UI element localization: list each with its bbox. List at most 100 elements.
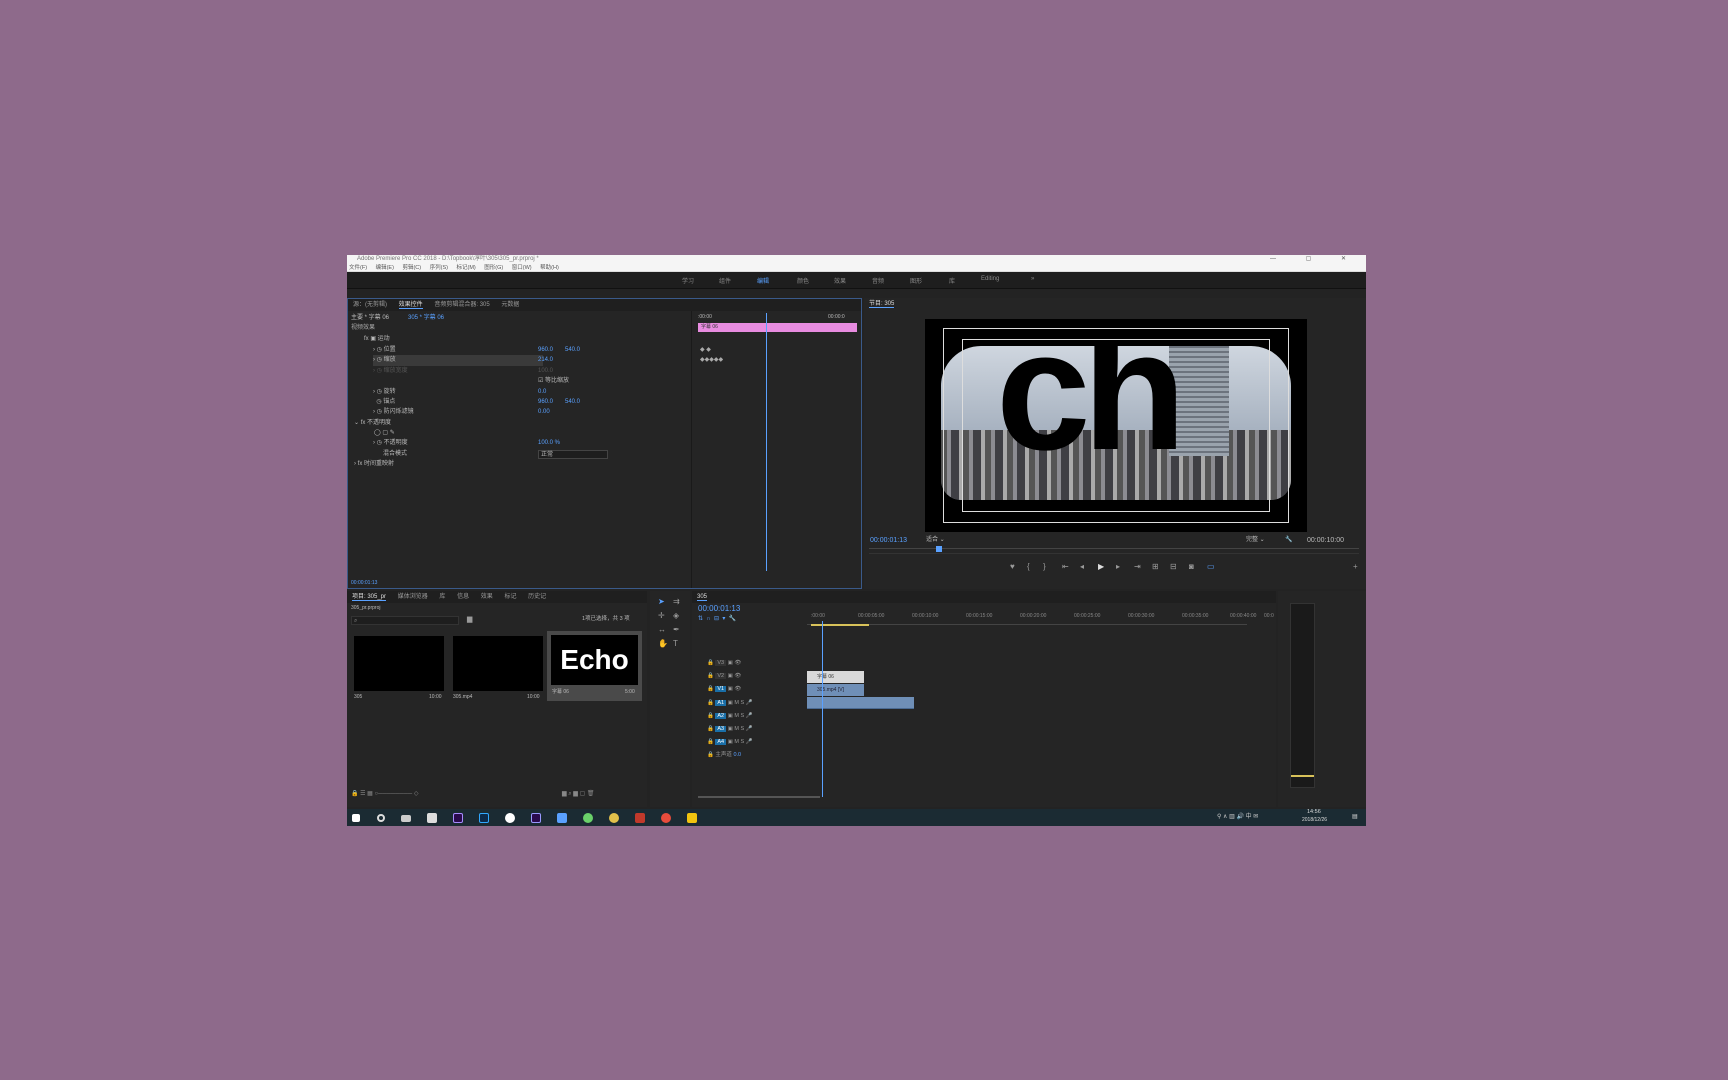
- menu-help[interactable]: 帮助(H): [540, 265, 559, 271]
- new-bin-icon[interactable]: ▆: [467, 615, 472, 623]
- after-effects-icon[interactable]: [531, 813, 541, 823]
- workspace-effects[interactable]: 效果: [834, 276, 846, 285]
- hand-tool-icon[interactable]: ✋: [658, 639, 668, 648]
- audio-clip[interactable]: [807, 697, 914, 709]
- app-icon[interactable]: [635, 813, 645, 823]
- tab-metadata[interactable]: 元数据: [501, 302, 519, 308]
- mark-out-icon[interactable]: }: [1043, 562, 1046, 571]
- step-forward-icon[interactable]: ▸: [1116, 562, 1120, 571]
- workspace-editing[interactable]: 编辑: [757, 276, 769, 285]
- search-icon[interactable]: [377, 814, 385, 822]
- step-back-icon[interactable]: ◂: [1080, 562, 1084, 571]
- extract-icon[interactable]: ⊟: [1170, 562, 1177, 571]
- workspace-libraries[interactable]: 库: [949, 276, 955, 285]
- work-area-bar[interactable]: [811, 624, 869, 626]
- prop-scale[interactable]: › ◷ 缩放: [373, 355, 543, 366]
- photoshop-icon[interactable]: [479, 813, 489, 823]
- menu-markers[interactable]: 标记(M): [456, 265, 475, 271]
- export-frame-icon[interactable]: ◙: [1189, 562, 1194, 571]
- program-scrub-bar[interactable]: [869, 548, 1359, 554]
- ec-playhead[interactable]: [766, 313, 767, 571]
- workspace-overflow-icon[interactable]: »: [1031, 276, 1034, 282]
- project-item-thumb[interactable]: [354, 636, 444, 691]
- menu-file[interactable]: 文件(F): [349, 265, 367, 271]
- music-icon[interactable]: [661, 813, 671, 823]
- mark-in-icon[interactable]: {: [1027, 562, 1030, 571]
- fx-time-remap[interactable]: › fx 时间重映射: [354, 459, 394, 470]
- track-select-tool-icon[interactable]: ⇉: [673, 597, 680, 606]
- comparison-view-icon[interactable]: ▭: [1207, 562, 1215, 571]
- title-clip[interactable]: 字幕 06: [807, 671, 864, 683]
- uniform-scale-checkbox[interactable]: ☑ 等比缩放: [538, 376, 569, 387]
- tab-markers[interactable]: 标记: [504, 594, 516, 600]
- app-icon[interactable]: [557, 813, 567, 823]
- ripple-edit-tool-icon[interactable]: ✛: [658, 611, 665, 620]
- track-header-v1[interactable]: 🔒 V1 ▣ 👁: [707, 683, 741, 695]
- ec-clip-bar[interactable]: 字幕 06: [698, 323, 857, 332]
- fit-select[interactable]: 适合 ⌄: [926, 535, 945, 546]
- add-marker-icon[interactable]: ♥: [1010, 562, 1015, 571]
- track-header-a4[interactable]: 🔒 A4 ▣ M S 🎤: [707, 736, 753, 748]
- selection-tool-icon[interactable]: ➤: [658, 597, 665, 606]
- menu-sequence[interactable]: 序列(S): [430, 265, 448, 271]
- system-tray[interactable]: ⚲ ∧ ▥ 🔊 中 ✉: [1217, 812, 1258, 823]
- workspace-audio[interactable]: 音频: [872, 276, 884, 285]
- sequence-path[interactable]: 305 * 字幕 06: [408, 313, 444, 324]
- project-footer-actions[interactable]: ▆ ⌕ ▆ ▢ 🗑: [562, 789, 595, 800]
- workspace-color[interactable]: 颜色: [797, 276, 809, 285]
- timeline-tools[interactable]: ⇅ ∩ ⊟ ▾ 🔧: [698, 614, 736, 625]
- timeline-playhead[interactable]: [822, 621, 823, 797]
- program-video-frame[interactable]: ch: [925, 319, 1307, 532]
- project-search-input[interactable]: ⌕: [351, 616, 459, 625]
- tab-audio-mixer[interactable]: 音频剪辑混合器: 305: [434, 302, 489, 308]
- program-timecode[interactable]: 00:00:01:13: [870, 535, 907, 546]
- slip-tool-icon[interactable]: ↔: [658, 625, 666, 634]
- play-icon[interactable]: ▶: [1098, 562, 1104, 571]
- go-to-out-icon[interactable]: ⇥: [1134, 562, 1141, 571]
- tab-sequence[interactable]: 305: [697, 594, 708, 601]
- project-footer-tools[interactable]: 🔒 ☰ ▦ ○──────── ◇: [351, 789, 418, 800]
- prop-opacity[interactable]: › ◷ 不透明度: [373, 438, 408, 449]
- tab-libraries[interactable]: 库: [439, 594, 445, 600]
- track-header-v3[interactable]: 🔒 V3 ▣ 👁: [707, 657, 741, 669]
- menu-window[interactable]: 窗口(W): [512, 265, 532, 271]
- scale-keyframes[interactable]: ◆◆◆◆◆: [700, 355, 723, 366]
- project-item-thumb[interactable]: [453, 636, 543, 691]
- tab-info[interactable]: 信息: [457, 594, 469, 600]
- pen-tool-icon[interactable]: ✒: [673, 625, 680, 634]
- tab-effect-controls[interactable]: 效果控件: [398, 302, 423, 309]
- anchor-y[interactable]: 540.0: [565, 397, 580, 408]
- start-icon[interactable]: [352, 814, 360, 822]
- clock-date[interactable]: 2018/12/26: [1302, 815, 1327, 826]
- lift-icon[interactable]: ⊞: [1152, 562, 1159, 571]
- project-item-selected[interactable]: Echo 字幕 06 5:00: [547, 631, 642, 701]
- razor-tool-icon[interactable]: ◈: [673, 611, 679, 620]
- tab-project[interactable]: 项目: 305_pr: [352, 594, 387, 601]
- go-to-in-icon[interactable]: ⇤: [1062, 562, 1069, 571]
- workspace-learn[interactable]: 学习: [682, 276, 694, 285]
- file-explorer-icon[interactable]: [687, 813, 697, 823]
- notification-icon[interactable]: ▤: [1352, 812, 1358, 823]
- fx-motion[interactable]: fx ▣ 运动: [364, 334, 390, 345]
- menu-edit[interactable]: 编辑(E): [376, 265, 394, 271]
- workspace-assembly[interactable]: 组件: [719, 276, 731, 285]
- menu-graphics[interactable]: 图形(G): [484, 265, 503, 271]
- workspace-graphics[interactable]: 图形: [910, 276, 922, 285]
- scale-value[interactable]: 214.0: [538, 355, 553, 366]
- menu-clip[interactable]: 剪辑(C): [402, 265, 421, 271]
- browser-icon[interactable]: [609, 813, 619, 823]
- timeline-zoom-scrollbar[interactable]: [698, 796, 820, 798]
- wrench-icon[interactable]: 🔧: [1285, 535, 1292, 546]
- tab-source[interactable]: 源：(无剪辑): [353, 302, 387, 308]
- workspace-editing-custom[interactable]: Editing: [981, 276, 999, 282]
- prop-anti-flicker[interactable]: › ◷ 防闪烁滤镜: [373, 407, 414, 418]
- task-view-icon[interactable]: [401, 815, 411, 822]
- track-header-v2[interactable]: 🔒 V2 ▣ 👁: [707, 670, 741, 682]
- track-header-a2[interactable]: 🔒 A2 ▣ M S 🎤: [707, 710, 753, 722]
- timeline-timecode[interactable]: 00:00:01:13: [698, 603, 740, 614]
- position-y[interactable]: 540.0: [565, 345, 580, 356]
- anti-flicker-value[interactable]: 0.00: [538, 407, 550, 418]
- window-controls[interactable]: — ▢ ✕: [1270, 255, 1360, 264]
- video-clip[interactable]: 305.mp4 [V]: [807, 684, 864, 696]
- track-header-a3[interactable]: 🔒 A3 ▣ M S 🎤: [707, 723, 753, 735]
